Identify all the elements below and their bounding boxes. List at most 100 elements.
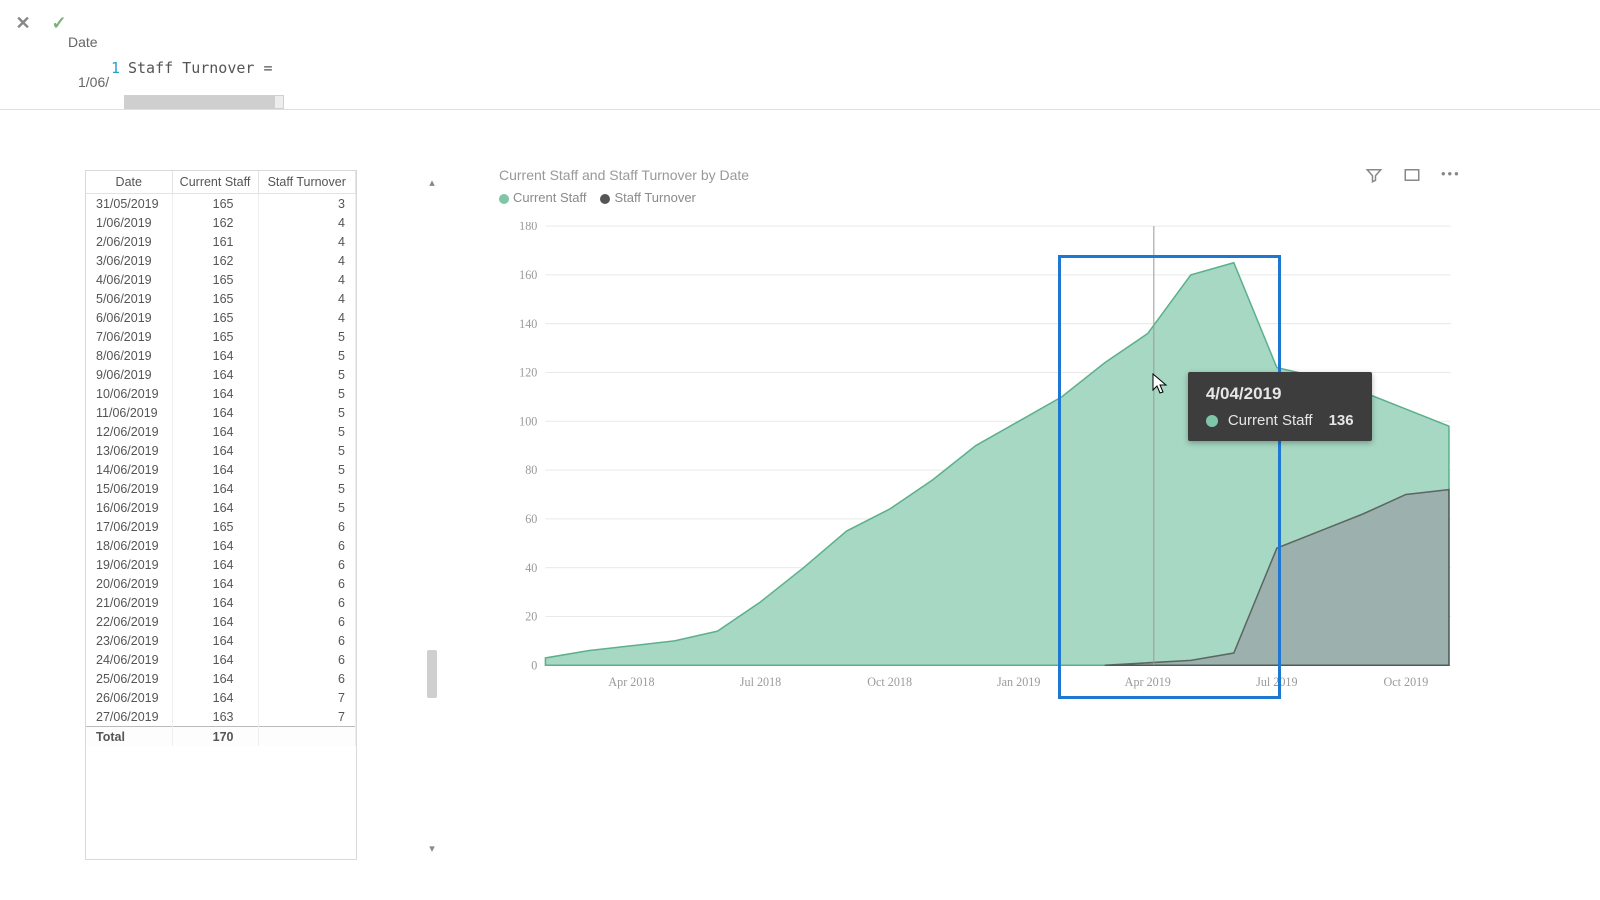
cell-current-staff: 164 xyxy=(172,650,258,669)
cell-current-staff: 164 xyxy=(172,365,258,384)
svg-text:20: 20 xyxy=(525,609,537,623)
table-row[interactable]: 14/06/2019 164 5 xyxy=(86,460,356,479)
total-label: Total xyxy=(86,727,172,747)
cell-staff-turnover: 4 xyxy=(258,308,356,327)
svg-text:80: 80 xyxy=(525,463,537,477)
table-row[interactable]: 4/06/2019 165 4 xyxy=(86,270,356,289)
cell-date: 15/06/2019 xyxy=(86,479,172,498)
cell-staff-turnover: 5 xyxy=(258,479,356,498)
cell-staff-turnover: 4 xyxy=(258,232,356,251)
table-row[interactable]: 16/06/2019 164 5 xyxy=(86,498,356,517)
table-row[interactable]: 12/06/2019 164 5 xyxy=(86,422,356,441)
cell-date: 4/06/2019 xyxy=(86,270,172,289)
scroll-thumb[interactable] xyxy=(427,650,437,698)
table-row[interactable]: 20/06/2019 164 6 xyxy=(86,574,356,593)
table-vscrollbar[interactable]: ▴ ▾ xyxy=(425,176,439,856)
col-current-staff[interactable]: Current Staff xyxy=(172,171,258,194)
table-row[interactable]: 9/06/2019 164 5 xyxy=(86,365,356,384)
cell-current-staff: 162 xyxy=(172,251,258,270)
mouse-cursor xyxy=(1152,373,1168,395)
svg-text:100: 100 xyxy=(519,414,537,428)
table-row[interactable]: 2/06/2019 161 4 xyxy=(86,232,356,251)
cell-staff-turnover: 3 xyxy=(258,194,356,214)
table-row[interactable]: 8/06/2019 164 5 xyxy=(86,346,356,365)
cell-current-staff: 165 xyxy=(172,327,258,346)
cell-staff-turnover: 6 xyxy=(258,555,356,574)
cell-current-staff: 164 xyxy=(172,574,258,593)
chart-plot-area[interactable]: 020406080100120140160180 Apr 2018Jul 201… xyxy=(505,222,1455,694)
filter-icon[interactable] xyxy=(1365,166,1383,184)
cell-date: 5/06/2019 xyxy=(86,289,172,308)
cell-date: 17/06/2019 xyxy=(86,517,172,536)
svg-text:Jul 2018: Jul 2018 xyxy=(740,675,781,689)
cell-staff-turnover: 5 xyxy=(258,365,356,384)
legend-item-staff-turnover[interactable]: Staff Turnover xyxy=(600,190,695,205)
tooltip-value: 136 xyxy=(1329,412,1354,429)
table-row[interactable]: 6/06/2019 165 4 xyxy=(86,308,356,327)
tooltip-date: 4/04/2019 xyxy=(1206,384,1354,404)
cell-current-staff: 164 xyxy=(172,631,258,650)
table-visual[interactable]: Date Current Staff Staff Turnover 31/05/… xyxy=(85,170,357,860)
area-chart-visual[interactable]: Current Staff and Staff Turnover by Date… xyxy=(485,164,1465,724)
table-row[interactable]: 23/06/2019 164 6 xyxy=(86,631,356,650)
cell-current-staff: 163 xyxy=(172,707,258,727)
table-row[interactable]: 1/06/2019 162 4 xyxy=(86,213,356,232)
cell-current-staff: 165 xyxy=(172,270,258,289)
cell-staff-turnover: 5 xyxy=(258,384,356,403)
table-row[interactable]: 26/06/2019 164 7 xyxy=(86,688,356,707)
table-row[interactable]: 13/06/2019 164 5 xyxy=(86,441,356,460)
svg-text:Apr 2019: Apr 2019 xyxy=(1125,675,1171,689)
table-row[interactable]: 22/06/2019 164 6 xyxy=(86,612,356,631)
cell-current-staff: 164 xyxy=(172,384,258,403)
legend-label: Current Staff xyxy=(513,190,586,205)
cell-date: 3/06/2019 xyxy=(86,251,172,270)
table-row[interactable]: 3/06/2019 162 4 xyxy=(86,251,356,270)
cell-staff-turnover: 6 xyxy=(258,517,356,536)
formula-accept-button[interactable]: ✓ xyxy=(46,10,72,36)
col-staff-turnover[interactable]: Staff Turnover xyxy=(258,171,356,194)
table-row[interactable]: 24/06/2019 164 6 xyxy=(86,650,356,669)
cell-current-staff: 164 xyxy=(172,555,258,574)
tooltip-series-name: Current Staff xyxy=(1228,412,1313,429)
focus-mode-icon[interactable] xyxy=(1403,166,1421,184)
cell-staff-turnover: 6 xyxy=(258,669,356,688)
more-options-icon[interactable]: ••• xyxy=(1441,166,1459,184)
table-row[interactable]: 7/06/2019 165 5 xyxy=(86,327,356,346)
table-row[interactable]: 19/06/2019 164 6 xyxy=(86,555,356,574)
table-row[interactable]: 15/06/2019 164 5 xyxy=(86,479,356,498)
table-row[interactable]: 11/06/2019 164 5 xyxy=(86,403,356,422)
cell-staff-turnover: 4 xyxy=(258,270,356,289)
table-row[interactable]: 17/06/2019 165 6 xyxy=(86,517,356,536)
dax-line: Staff Turnover = xyxy=(128,56,273,80)
cell-date: 1/06/2019 xyxy=(86,213,172,232)
cell-staff-turnover: 6 xyxy=(258,536,356,555)
table-row[interactable]: 5/06/2019 165 4 xyxy=(86,289,356,308)
cell-staff-turnover: 6 xyxy=(258,574,356,593)
cell-current-staff: 164 xyxy=(172,403,258,422)
cell-current-staff: 164 xyxy=(172,441,258,460)
cell-date: 31/05/2019 xyxy=(86,194,172,214)
legend-item-current-staff[interactable]: Current Staff xyxy=(499,190,586,205)
table-row[interactable]: 27/06/2019 163 7 xyxy=(86,707,356,727)
table-row[interactable]: 25/06/2019 164 6 xyxy=(86,669,356,688)
cell-date: 6/06/2019 xyxy=(86,308,172,327)
table-row[interactable]: 10/06/2019 164 5 xyxy=(86,384,356,403)
scroll-down-icon[interactable]: ▾ xyxy=(425,842,439,856)
svg-text:Oct 2019: Oct 2019 xyxy=(1384,675,1429,689)
cell-current-staff: 161 xyxy=(172,232,258,251)
cell-staff-turnover: 5 xyxy=(258,327,356,346)
dax-editor[interactable]: 1Staff Turnover = 2CALCULATE( COUNTROWS(… xyxy=(108,8,1580,97)
col-date[interactable]: Date xyxy=(86,171,172,194)
table-row[interactable]: 21/06/2019 164 6 xyxy=(86,593,356,612)
cell-date: 22/06/2019 xyxy=(86,612,172,631)
formula-cancel-button[interactable]: ✕ xyxy=(10,10,36,36)
editor-hscroll-thumb[interactable] xyxy=(125,96,275,108)
table-row[interactable]: 31/05/2019 165 3 xyxy=(86,194,356,214)
chart-legend: Current Staff Staff Turnover xyxy=(485,184,1465,205)
cell-current-staff: 165 xyxy=(172,517,258,536)
table-row[interactable]: 18/06/2019 164 6 xyxy=(86,536,356,555)
svg-text:0: 0 xyxy=(531,658,537,672)
editor-hscrollbar[interactable] xyxy=(124,95,284,109)
cell-date: 10/06/2019 xyxy=(86,384,172,403)
scroll-up-icon[interactable]: ▴ xyxy=(425,176,439,190)
